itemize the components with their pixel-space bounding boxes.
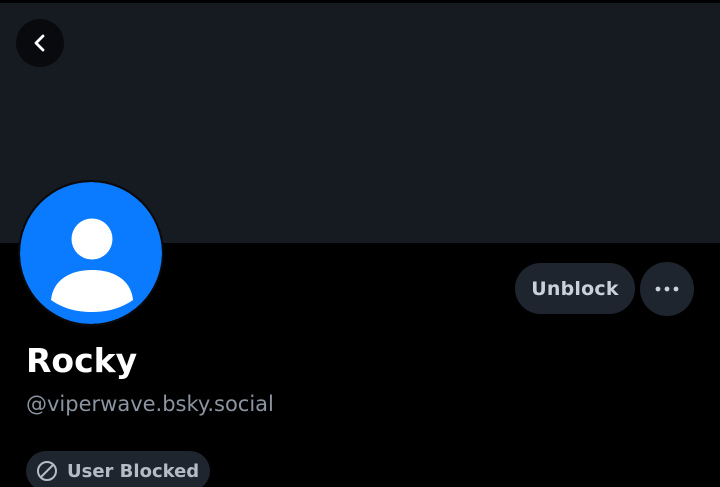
default-user-avatar-icon <box>20 182 162 324</box>
profile-page: Unblock Rocky @viperwave.bsky.social Use… <box>0 0 720 487</box>
user-blocked-badge: User Blocked <box>26 451 210 487</box>
display-name: Rocky <box>26 341 138 380</box>
blocked-label: User Blocked <box>67 460 200 482</box>
ellipsis-icon <box>655 286 679 292</box>
avatar[interactable] <box>18 180 164 326</box>
more-options-button[interactable] <box>640 262 694 316</box>
avatar-image <box>20 182 162 324</box>
user-handle: @viperwave.bsky.social <box>26 392 274 416</box>
ban-icon <box>37 461 57 481</box>
chevron-left-icon <box>34 34 45 52</box>
unblock-button[interactable]: Unblock <box>515 263 635 314</box>
back-button[interactable] <box>16 19 64 67</box>
